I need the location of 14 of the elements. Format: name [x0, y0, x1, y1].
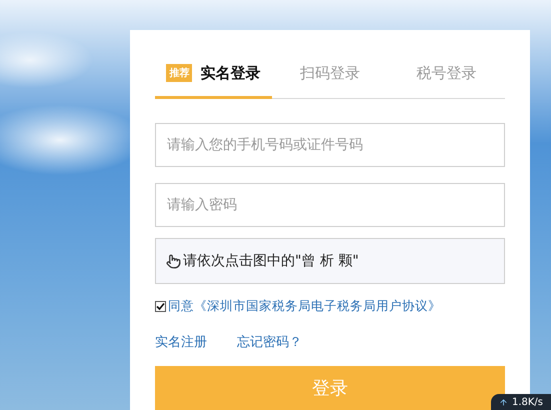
recommend-badge: 推荐	[166, 64, 192, 82]
agreement-checkbox[interactable]	[155, 301, 166, 312]
upload-arrow-icon	[498, 398, 508, 406]
input-field[interactable]: 请输入您的手机号码或证件号码	[155, 123, 505, 167]
network-speed-indicator: 1.8K/s	[490, 394, 551, 410]
input-field[interactable]: 请输入密码	[155, 183, 505, 227]
account-link[interactable]: 实名注册	[155, 333, 207, 351]
login-tab[interactable]: 税号登录	[388, 60, 506, 99]
account-link[interactable]: 忘记密码？	[237, 333, 302, 351]
login-tab[interactable]: 推荐 实名登录	[155, 60, 272, 99]
agreement-link[interactable]: 同意《深圳市国家税务局电子税务局用户协议》	[168, 298, 441, 315]
pointing-hand-icon	[166, 254, 181, 268]
captcha-field[interactable]: 请依次点击图中的"曾 析 颗"	[155, 238, 505, 284]
login-tab[interactable]: 扫码登录	[272, 60, 388, 99]
